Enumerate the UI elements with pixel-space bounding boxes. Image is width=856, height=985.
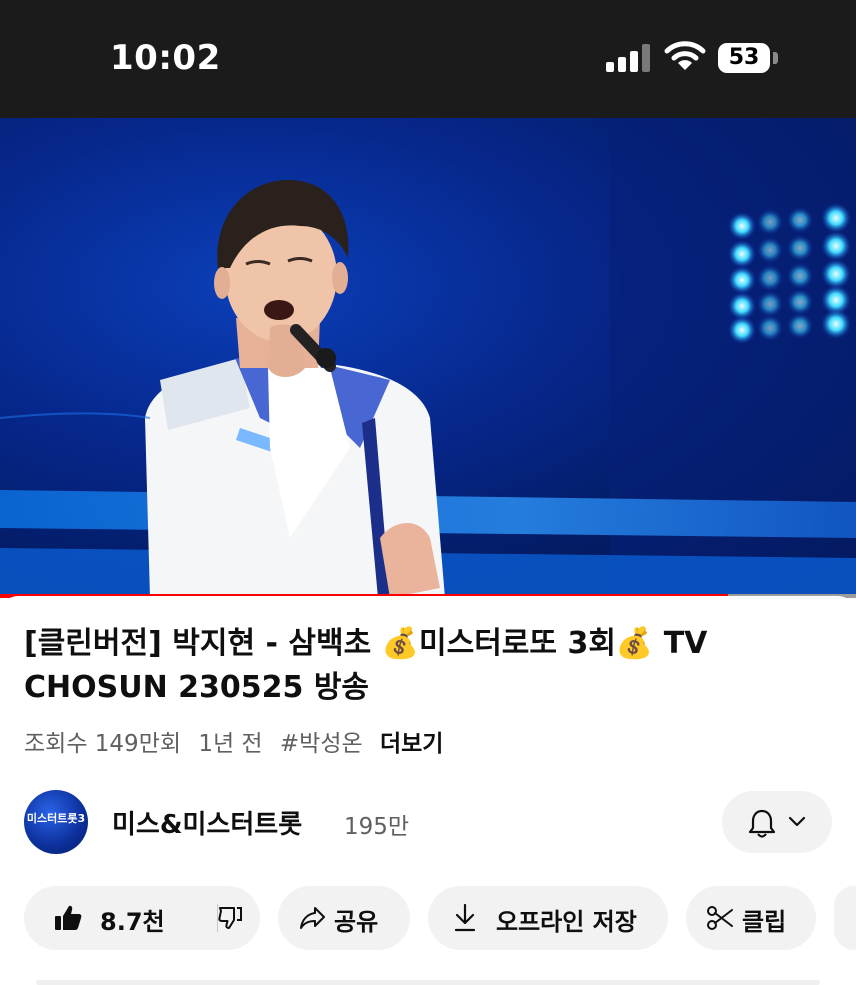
battery-icon xyxy=(773,52,778,64)
status-time: 10:02 xyxy=(110,38,221,78)
more-actions-button[interactable] xyxy=(834,886,856,950)
video-player[interactable] xyxy=(0,118,856,598)
chevron-down-icon xyxy=(788,816,806,827)
video-title[interactable]: [클린버전] 박지현 - 삼백초 💰미스터로또 3회💰 TV CHOSUN 23… xyxy=(24,622,824,710)
thumbs-down-icon xyxy=(218,907,242,929)
like-dislike-group: 8.7천 xyxy=(24,886,260,950)
more-button[interactable]: 더보기 xyxy=(380,731,443,757)
view-count: 조회수 149만회 xyxy=(24,731,182,757)
share-icon xyxy=(300,907,325,929)
video-meta[interactable]: 조회수 149만회 1년 전 #박성온 더보기 xyxy=(24,724,453,758)
share-button[interactable]: 공유 xyxy=(278,886,410,950)
like-button[interactable]: 8.7천 xyxy=(24,886,194,950)
thumbs-up-icon xyxy=(55,905,82,930)
download-icon xyxy=(454,903,476,932)
channel-row[interactable]: 미스터트롯3 미스&미스터트롯 195만 xyxy=(0,790,856,856)
notification-settings-button[interactable] xyxy=(722,791,832,853)
status-bar: 10:02 53 xyxy=(0,0,856,118)
hashtag-link[interactable]: #박성온 xyxy=(280,731,363,757)
clip-label: 클립 xyxy=(742,908,787,936)
channel-avatar-logo: 미스터트롯3 xyxy=(26,812,86,825)
video-frame xyxy=(0,118,856,598)
clip-button[interactable]: 클립 xyxy=(686,886,816,950)
share-label: 공유 xyxy=(334,908,379,936)
subscriber-count: 195만 xyxy=(344,814,410,840)
wifi-icon xyxy=(664,41,706,70)
action-bar: 8.7천 공유 오프라인 저장 클립 xyxy=(0,886,856,952)
download-label: 오프라인 저장 xyxy=(496,908,637,936)
channel-name[interactable]: 미스&미스터트롯 xyxy=(112,804,302,841)
bell-icon xyxy=(748,809,776,838)
cellular-signal-icon xyxy=(606,44,650,72)
like-count: 8.7천 xyxy=(100,908,165,936)
download-button[interactable]: 오프라인 저장 xyxy=(428,886,668,950)
battery-level: 53 xyxy=(718,43,770,73)
channel-avatar[interactable]: 미스터트롯3 xyxy=(24,790,88,854)
dislike-button[interactable] xyxy=(218,886,260,950)
scissors-icon xyxy=(707,906,733,930)
upload-age: 1년 전 xyxy=(198,731,263,757)
comments-preview-edge xyxy=(36,980,820,985)
